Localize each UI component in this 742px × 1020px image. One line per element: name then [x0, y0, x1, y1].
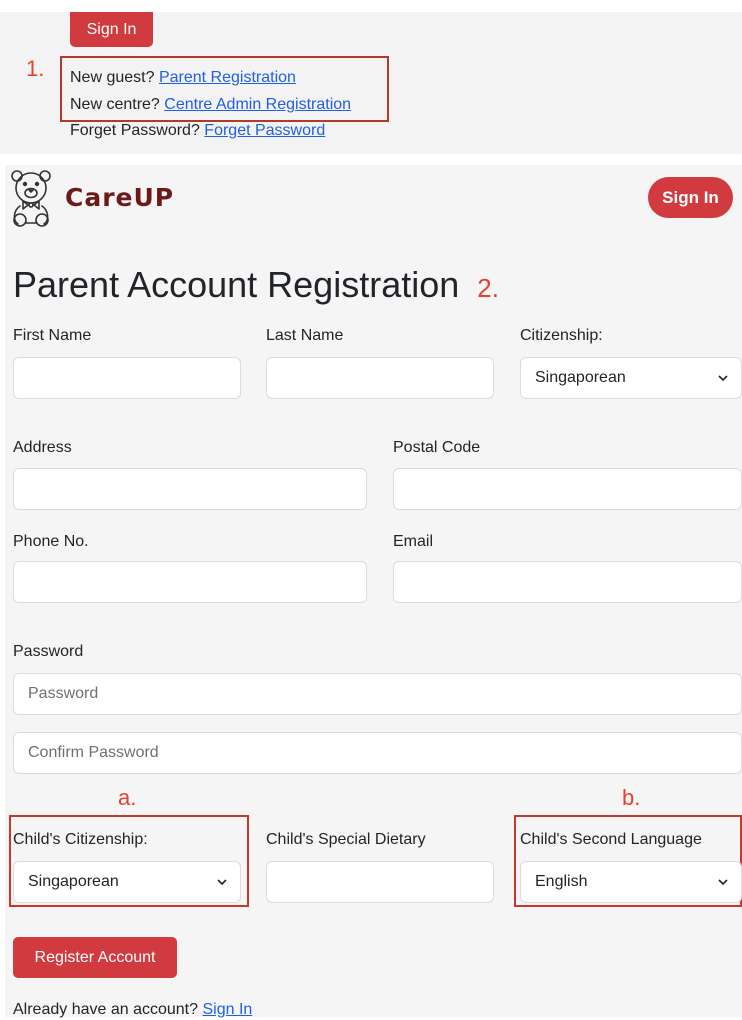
chevron-down-icon: [217, 879, 227, 886]
navbar-sign-in-button[interactable]: Sign In: [648, 177, 733, 218]
footer-sign-in-line: Already have an account? Sign In: [13, 1000, 252, 1020]
citizenship-value: Singaporean: [535, 369, 626, 386]
annotation-b: b.: [622, 785, 641, 810]
page-title: Parent Account Registration 2.: [13, 263, 499, 310]
child-dietary-input[interactable]: [266, 861, 494, 903]
last-name-label: Last Name: [266, 327, 344, 344]
phone-input[interactable]: [13, 561, 367, 603]
login-snippet: Sign In 1. New guest? Parent Registratio…: [0, 12, 742, 154]
child-dietary-label: Child's Special Dietary: [266, 831, 426, 848]
register-account-button[interactable]: Register Account: [13, 937, 177, 978]
child-language-select[interactable]: English: [520, 861, 742, 903]
citizenship-label: Citizenship:: [520, 327, 603, 344]
child-citizenship-select[interactable]: Singaporean: [13, 861, 241, 903]
address-label: Address: [13, 439, 72, 456]
address-input[interactable]: [13, 468, 367, 510]
forget-password-link[interactable]: Forget Password: [204, 122, 325, 139]
password-label: Password: [13, 643, 84, 660]
brand-name[interactable]: CareUP: [65, 183, 174, 212]
last-name-input[interactable]: [266, 357, 494, 399]
annotation-a: a.: [118, 785, 137, 810]
title-annotation: 2.: [477, 273, 499, 303]
sign-in-button[interactable]: Sign In: [70, 12, 153, 47]
email-label: Email: [393, 533, 434, 550]
forget-password-line: Forget Password? Forget Password: [70, 121, 325, 141]
footer-sign-in-link[interactable]: Sign In: [202, 1001, 252, 1018]
forget-prefix: Forget Password?: [70, 122, 200, 139]
chevron-down-icon: [718, 879, 728, 886]
navbar: CareUP Sign In: [5, 165, 742, 243]
child-language-value: English: [535, 873, 588, 890]
page-title-text: Parent Account Registration: [13, 264, 460, 305]
annotation-number: 1.: [26, 56, 45, 81]
postal-code-label: Postal Code: [393, 439, 481, 456]
footer-prefix: Already have an account?: [13, 1001, 199, 1018]
password-input[interactable]: [13, 673, 742, 715]
confirm-password-input[interactable]: [13, 732, 742, 774]
centre-admin-registration-link[interactable]: Centre Admin Registration: [164, 96, 351, 113]
child-citizenship-label: Child's Citizenship:: [13, 831, 148, 848]
guest-registration-line: New guest? Parent Registration: [70, 68, 296, 88]
email-input[interactable]: [393, 561, 742, 603]
teddy-bear-icon: [11, 170, 51, 227]
parent-registration-link[interactable]: Parent Registration: [159, 69, 296, 86]
registration-form: Parent Account Registration 2. First Nam…: [5, 243, 742, 1020]
guest-prefix: New guest?: [70, 69, 155, 86]
first-name-input[interactable]: [13, 357, 241, 399]
centre-registration-line: New centre? Centre Admin Registration: [70, 95, 351, 115]
first-name-label: First Name: [13, 327, 92, 344]
postal-code-input[interactable]: [393, 468, 742, 510]
phone-label: Phone No.: [13, 533, 89, 550]
centre-prefix: New centre?: [70, 96, 160, 113]
chevron-down-icon: [718, 375, 728, 382]
citizenship-select[interactable]: Singaporean: [520, 357, 742, 399]
child-language-label: Child's Second Language: [520, 831, 702, 848]
child-citizenship-value: Singaporean: [28, 873, 119, 890]
